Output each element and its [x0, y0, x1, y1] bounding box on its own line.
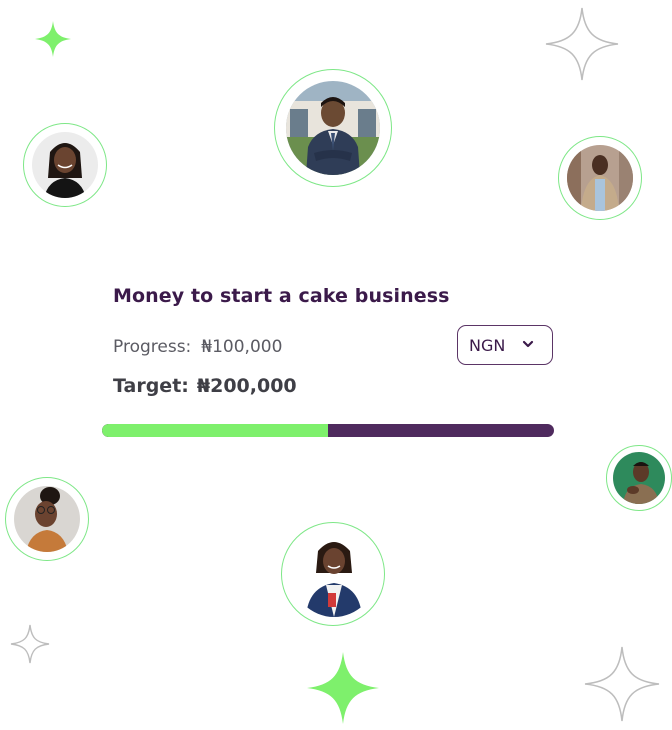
sparkle-outline-icon: [545, 7, 619, 81]
chevron-down-icon: [522, 340, 534, 348]
sparkle-icon: [35, 21, 71, 57]
savings-goal-card: Money to start a cake business Progress:…: [102, 280, 554, 450]
avatar: [558, 136, 642, 220]
target-amount: ₦200,000: [196, 375, 297, 397]
progress-row: Progress: ₦100,000: [113, 337, 282, 357]
avatar: [23, 123, 107, 207]
sparkle-icon: [307, 652, 379, 724]
avatar: [5, 477, 89, 561]
progress-label: Progress:: [113, 337, 192, 357]
sparkle-outline-icon: [584, 646, 660, 722]
avatar: [274, 69, 392, 187]
target-label: Target:: [113, 375, 189, 397]
progress-bar: [102, 424, 554, 437]
progress-amount: ₦100,000: [201, 337, 283, 357]
currency-selected-value: NGN: [469, 335, 506, 355]
sparkle-outline-icon: [10, 624, 50, 664]
avatar: [606, 445, 672, 511]
currency-select[interactable]: NGN: [457, 325, 553, 365]
avatar: [281, 522, 385, 626]
progress-bar-fill: [102, 424, 328, 437]
goal-title: Money to start a cake business: [113, 285, 450, 307]
target-row: Target: ₦200,000: [113, 375, 297, 397]
